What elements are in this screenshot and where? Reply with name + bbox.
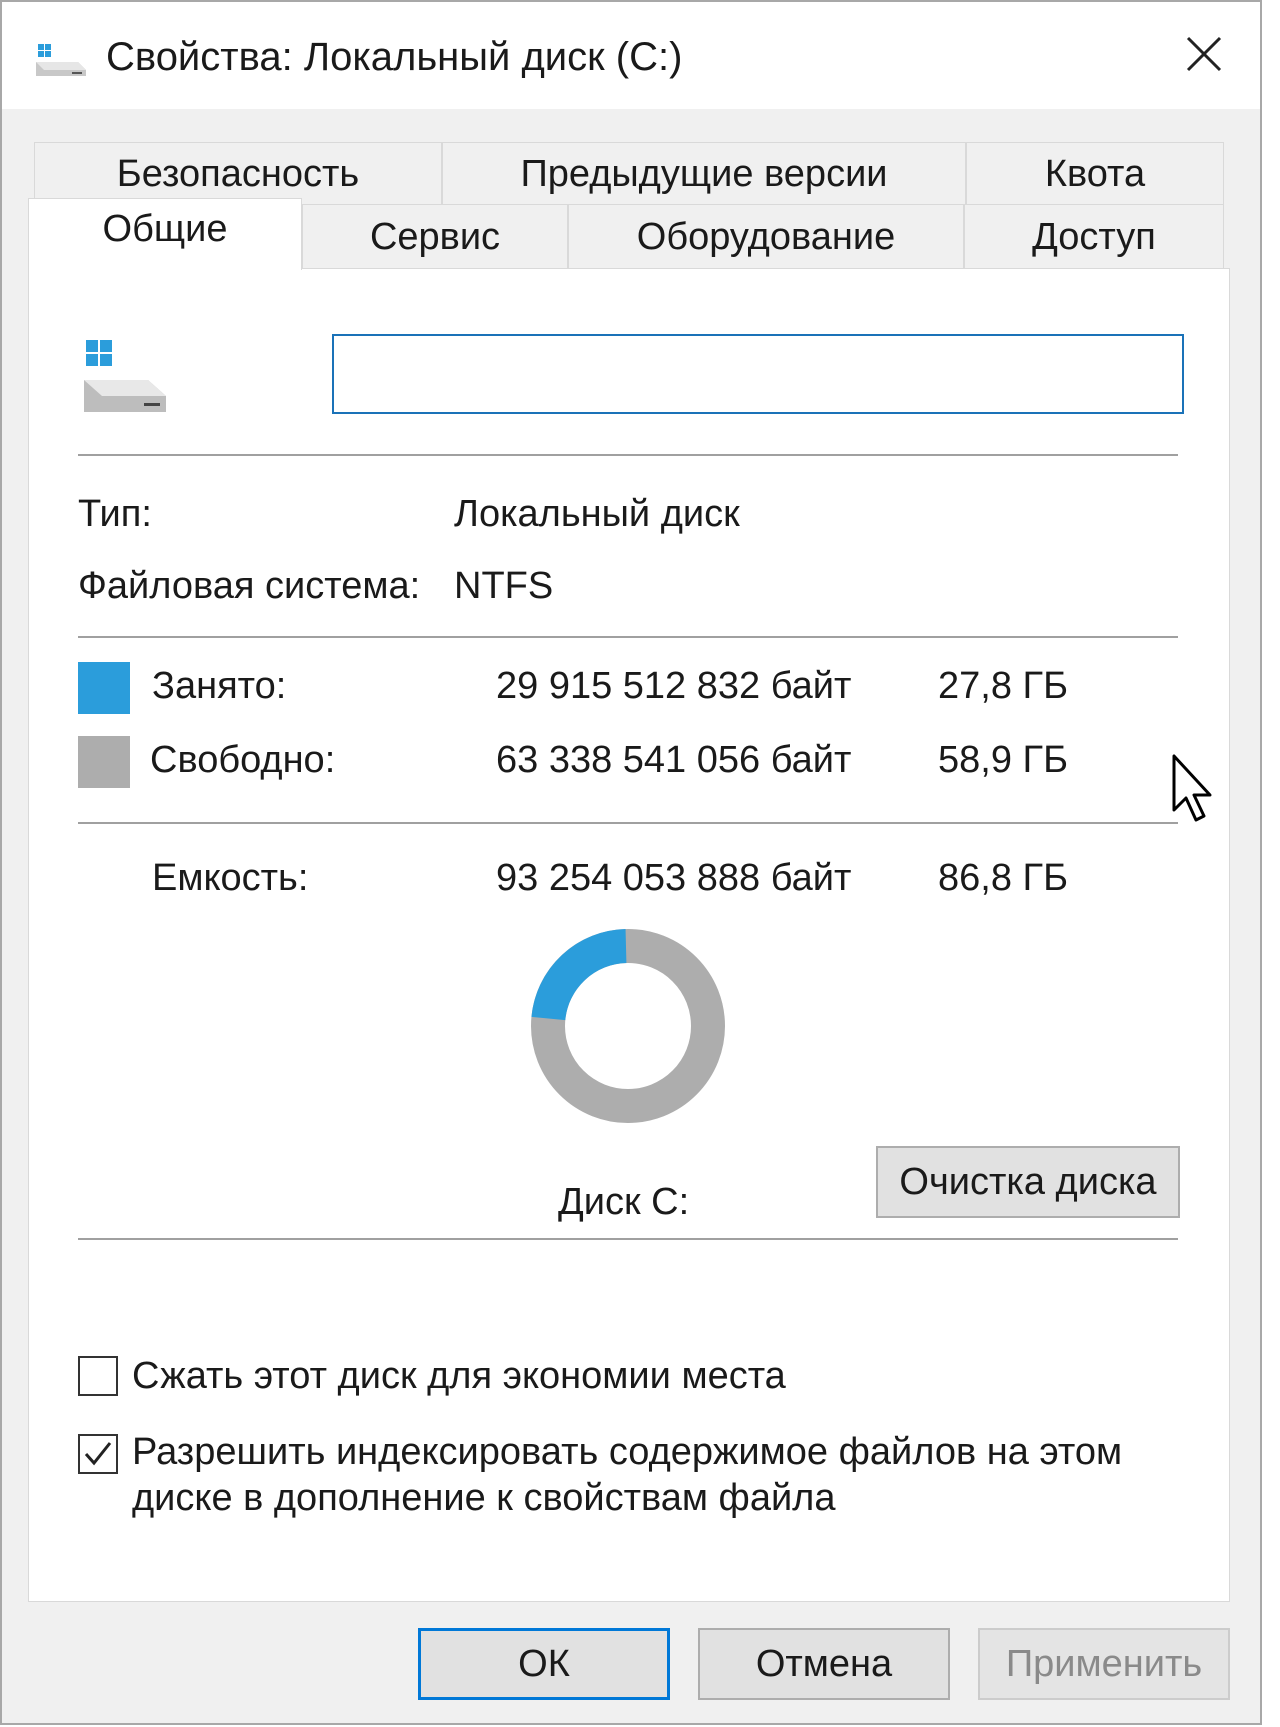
tab-tools[interactable]: Сервис: [302, 204, 568, 268]
tab-quota[interactable]: Квота: [966, 142, 1224, 204]
apply-button[interactable]: Применить: [978, 1628, 1230, 1700]
tab-general[interactable]: Общие: [28, 198, 302, 270]
divider: [78, 454, 1178, 456]
cancel-button[interactable]: Отмена: [698, 1628, 950, 1700]
disk-usage-donut: [531, 929, 725, 1123]
free-space-swatch: [78, 736, 130, 788]
capacity-label: Емкость:: [152, 857, 309, 899]
disk-cleanup-button[interactable]: Очистка диска: [876, 1146, 1180, 1218]
title-bar: Свойства: Локальный диск (C:): [2, 2, 1260, 109]
ok-button[interactable]: ОК: [418, 1628, 670, 1700]
tab-hardware[interactable]: Оборудование: [568, 204, 964, 268]
disk-name-label: Диск C:: [558, 1181, 690, 1223]
filesystem-label: Файловая система:: [78, 565, 421, 607]
type-value: Локальный диск: [454, 493, 740, 535]
free-bytes: 63 338 541 056 байт: [496, 739, 852, 781]
properties-dialog: Свойства: Локальный диск (C:) Безопаснос…: [0, 0, 1262, 1725]
used-space-swatch: [78, 662, 130, 714]
divider: [78, 1238, 1178, 1240]
divider: [78, 822, 1178, 824]
filesystem-value: NTFS: [454, 565, 554, 607]
volume-label-input[interactable]: [332, 334, 1184, 414]
checkmark-icon: [84, 1442, 112, 1466]
used-bytes: 29 915 512 832 байт: [496, 665, 852, 707]
compress-drive-checkbox[interactable]: [78, 1356, 118, 1396]
allow-indexing-checkbox[interactable]: [78, 1434, 118, 1474]
local-disk-icon: [84, 340, 166, 412]
allow-indexing-label-line2: диске в дополнение к свойствам файла: [132, 1477, 836, 1519]
close-icon[interactable]: [1174, 24, 1234, 84]
used-space-arc: [531, 929, 628, 1021]
type-label: Тип:: [78, 493, 152, 535]
compress-drive-label: Сжать этот диск для экономии места: [132, 1355, 786, 1397]
window-title: Свойства: Локальный диск (C:): [106, 35, 683, 79]
capacity-size: 86,8 ГБ: [938, 857, 1069, 899]
tab-previous-versions[interactable]: Предыдущие версии: [442, 142, 966, 204]
drive-icon: [36, 44, 86, 76]
allow-indexing-label-line1: Разрешить индексировать содержимое файло…: [132, 1431, 1123, 1473]
free-size: 58,9 ГБ: [938, 739, 1069, 781]
tab-security[interactable]: Безопасность: [34, 142, 442, 204]
used-label: Занято:: [152, 665, 287, 707]
free-label: Свободно:: [150, 739, 336, 781]
used-size: 27,8 ГБ: [938, 665, 1069, 707]
divider: [78, 636, 1178, 638]
capacity-bytes: 93 254 053 888 байт: [496, 857, 852, 899]
tab-sharing[interactable]: Доступ: [964, 204, 1224, 268]
mouse-pointer-icon: [1172, 754, 1212, 822]
